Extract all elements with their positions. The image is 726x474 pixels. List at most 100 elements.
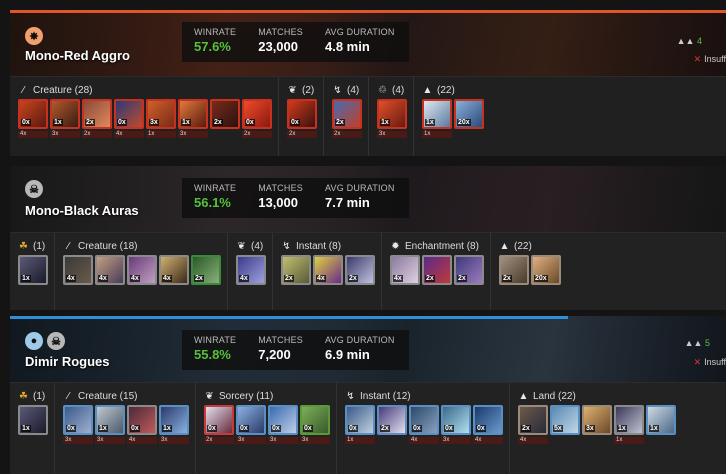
sideboard-count: 3x xyxy=(268,437,298,444)
sideboard-count: 2x xyxy=(204,437,234,444)
card-count: 3x xyxy=(149,119,159,126)
sideboard-count: 2x xyxy=(332,131,362,138)
stat-matches: MATCHES 23,000 xyxy=(258,27,303,62)
card-group-land: ▲ Land (22) 2x 5x 3x 1x 1x 4x 1x xyxy=(510,383,682,474)
card-tile[interactable]: 2x xyxy=(454,255,484,285)
group-label: (4) xyxy=(347,84,360,96)
card-tiles: 0x xyxy=(287,99,317,129)
card-tile[interactable]: 4x xyxy=(236,255,266,285)
card-group-creature: ∕ Creature (28) 0x 1x 2x 0x 3x 1x 2x 0x 4… xyxy=(10,77,279,156)
sideboard-count: 4x xyxy=(409,437,439,444)
card-tile[interactable]: 0x xyxy=(473,405,503,435)
card-tile[interactable]: 20x xyxy=(454,99,484,129)
card-count: 0x xyxy=(412,425,422,432)
stat-avg-duration: AVG DURATION 7.7 min xyxy=(325,183,395,218)
card-tile[interactable]: 2x xyxy=(377,405,407,435)
card-tile[interactable]: 3x xyxy=(146,99,176,129)
card-tile[interactable]: 2x xyxy=(210,99,240,129)
card-group-sorcery: ❦ Sorcery (11) 0x 0x 0x 0x 2x 3x 3x 3x xyxy=(196,383,337,474)
card-tile[interactable]: 20x xyxy=(531,255,561,285)
sideboard-count: 3x xyxy=(178,131,208,138)
card-tile[interactable]: 0x xyxy=(300,405,330,435)
card-count: 4x xyxy=(98,275,108,282)
stat-label: MATCHES xyxy=(258,183,303,193)
card-tile[interactable]: 0x xyxy=(63,405,93,435)
deck-card[interactable]: ☠ Mono-Black Auras WINRATE 56.1% MATCHES 1… xyxy=(10,166,726,310)
card-tile[interactable]: 1x xyxy=(159,405,189,435)
card-group-sorcery: ❦ (4) 4x xyxy=(228,233,273,310)
card-tile[interactable]: 4x xyxy=(313,255,343,285)
card-tile[interactable]: 0x xyxy=(204,405,234,435)
group-header: ▲ (22) xyxy=(422,82,484,98)
deck-card-groups: ☘ (1) 1x ∕ Creature (15) 0x 1x 0x 1x 3x 3x… xyxy=(10,382,726,474)
stat-avg-duration: AVG DURATION 6.9 min xyxy=(325,335,395,370)
card-tile[interactable]: 4x xyxy=(63,255,93,285)
group-label: Instant (12) xyxy=(360,390,411,402)
card-tile[interactable]: 0x xyxy=(114,99,144,129)
deck-name[interactable]: Dimir Rogues xyxy=(25,354,110,369)
card-tiles: 1x xyxy=(18,405,48,435)
card-count: 1x xyxy=(21,275,31,282)
card-tile[interactable]: 5x xyxy=(550,405,580,435)
card-tile[interactable]: 0x xyxy=(409,405,439,435)
deck-header[interactable]: ☠ Mono-Black Auras WINRATE 56.1% MATCHES 1… xyxy=(10,166,726,232)
card-count: 2x xyxy=(335,119,345,126)
card-tile[interactable]: 0x xyxy=(287,99,317,129)
sideboard-counts: 1x 4x 3x 4x xyxy=(345,437,503,444)
card-tile[interactable]: 0x xyxy=(268,405,298,435)
card-tile[interactable]: 1x xyxy=(422,99,452,129)
card-tile[interactable]: 2x xyxy=(332,99,362,129)
stat-value: 4.8 min xyxy=(324,39,370,54)
card-tile[interactable]: 4x xyxy=(95,255,125,285)
card-tile[interactable]: 1x xyxy=(50,99,80,129)
stat-winrate: WINRATE 55.8% xyxy=(194,335,236,370)
card-count: 0x xyxy=(303,425,313,432)
deck-name[interactable]: Mono-Black Auras xyxy=(25,203,139,218)
card-tile[interactable]: 0x xyxy=(441,405,471,435)
card-tile[interactable]: 2x xyxy=(191,255,221,285)
card-count: 0x xyxy=(290,119,300,126)
card-tile[interactable]: 2x xyxy=(345,255,375,285)
deck-card[interactable]: ✸ Mono-Red Aggro WINRATE 57.6% MATCHES 23,… xyxy=(10,10,726,156)
card-tile[interactable]: 1x xyxy=(377,99,407,129)
card-tile[interactable]: 0x xyxy=(18,99,48,129)
card-tile[interactable]: 2x xyxy=(422,255,452,285)
instant-icon: ↯ xyxy=(333,84,342,96)
card-tile[interactable]: 4x xyxy=(159,255,189,285)
stat-value: 7,200 xyxy=(258,347,291,362)
card-tile[interactable]: 1x xyxy=(614,405,644,435)
card-tile[interactable]: 1x xyxy=(18,255,48,285)
group-header: ∕ Creature (28) xyxy=(18,82,272,98)
card-tile[interactable]: 0x xyxy=(236,405,266,435)
card-group-creature: ∕ Creature (18) 4x 4x 4x 4x 2x xyxy=(55,233,228,310)
card-tile[interactable]: 0x xyxy=(345,405,375,435)
card-tile[interactable]: 0x xyxy=(127,405,157,435)
card-count: 4x xyxy=(130,275,140,282)
card-tile[interactable]: 2x xyxy=(82,99,112,129)
deck-stats: WINRATE 57.6% MATCHES 23,000 AVG DURATION 4… xyxy=(182,22,409,62)
card-tile[interactable]: 1x xyxy=(178,99,208,129)
deck-name[interactable]: Mono-Red Aggro xyxy=(25,48,130,63)
card-tile[interactable]: 2x xyxy=(518,405,548,435)
card-tiles: 4x 4x 4x 4x 2x xyxy=(63,255,221,285)
sideboard-count: 2x xyxy=(82,131,112,138)
card-tile[interactable]: 0x xyxy=(242,99,272,129)
deck-header[interactable]: ● ☠ Dimir Rogues WINRATE 55.8% MATCHES 7,2… xyxy=(10,316,726,382)
card-count: 0x xyxy=(348,425,358,432)
card-tile[interactable]: 3x xyxy=(582,405,612,435)
card-tile[interactable]: 2x xyxy=(499,255,529,285)
group-label: Land (22) xyxy=(533,390,576,402)
note-text: Insuff xyxy=(704,54,726,64)
card-tile[interactable]: 1x xyxy=(95,405,125,435)
deck-card[interactable]: ● ☠ Dimir Rogues WINRATE 55.8% MATCHES 7,2… xyxy=(10,316,726,474)
card-tile[interactable]: 4x xyxy=(390,255,420,285)
deck-header[interactable]: ✸ Mono-Red Aggro WINRATE 57.6% MATCHES 23,… xyxy=(10,10,726,76)
card-tile[interactable]: 1x xyxy=(18,405,48,435)
card-tile[interactable]: 4x xyxy=(127,255,157,285)
group-label: (22) xyxy=(437,84,455,96)
card-tile[interactable]: 2x xyxy=(281,255,311,285)
card-count: 2x xyxy=(502,275,512,282)
card-tile[interactable]: 1x xyxy=(646,405,676,435)
group-label: Creature (15) xyxy=(78,390,138,402)
sideboard-count xyxy=(210,131,240,138)
